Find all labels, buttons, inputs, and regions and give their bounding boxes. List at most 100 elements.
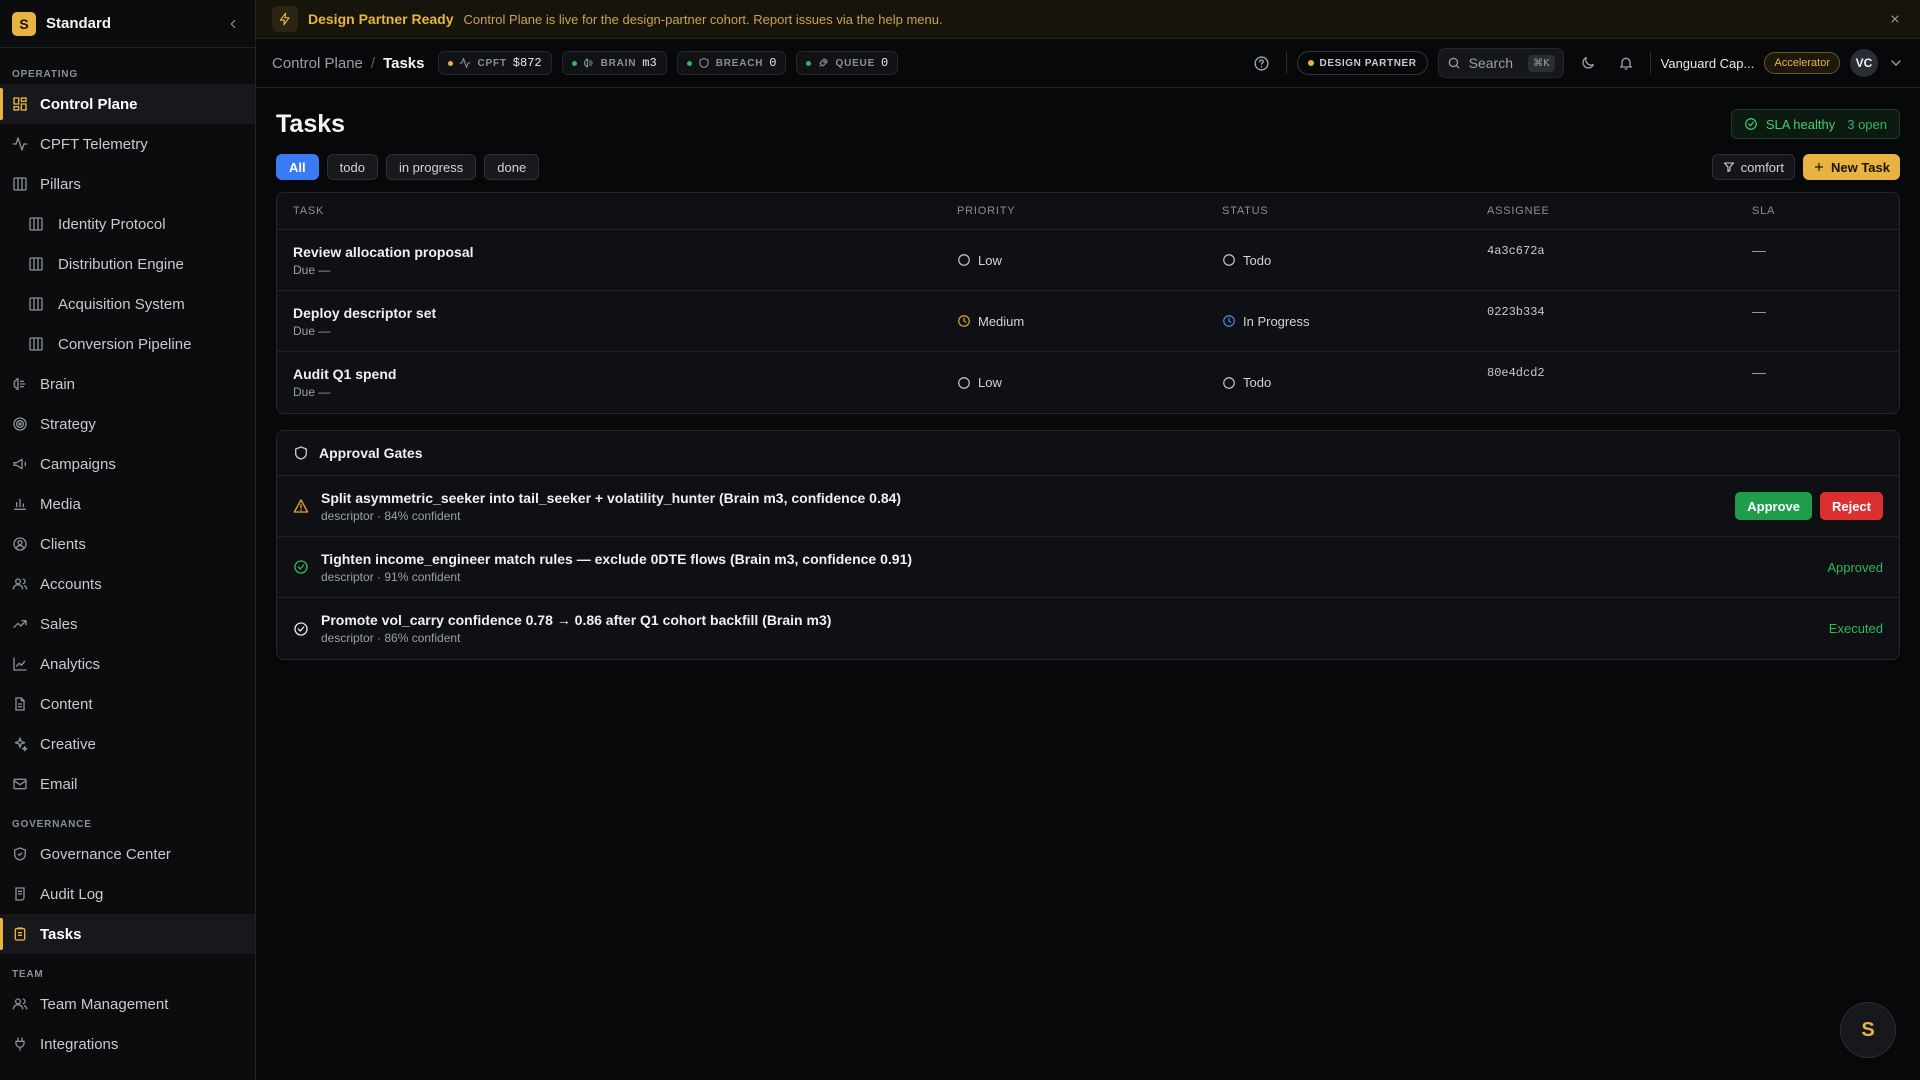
section-label-team: TEAM xyxy=(12,969,44,980)
brand-header: S Standard xyxy=(0,0,255,48)
sidebar-item-brain[interactable]: Brain xyxy=(0,364,255,404)
sidebar-item-label: Brain xyxy=(40,375,76,393)
search-icon xyxy=(1448,57,1459,69)
sidebar-item-integrations[interactable]: Integrations xyxy=(0,1024,255,1064)
brand-logo: S xyxy=(12,11,36,36)
sidebar-item-accounts[interactable]: Accounts xyxy=(0,564,255,604)
filter-in-progress[interactable]: in progress xyxy=(385,154,477,180)
column-header-task[interactable]: TASK xyxy=(293,205,957,217)
status-cell: Todo xyxy=(1222,253,1487,268)
metric-queue[interactable]: QUEUE 0 xyxy=(796,51,899,75)
priority-cell: Medium xyxy=(957,314,1222,329)
task-cell: Audit Q1 spend Due — xyxy=(293,366,957,399)
priority-value: Low xyxy=(978,375,1002,390)
collapse-sidebar-button[interactable] xyxy=(223,14,243,34)
theme-toggle-button[interactable] xyxy=(1574,49,1602,77)
sidebar-item-team-management[interactable]: Team Management xyxy=(0,984,255,1024)
assignee-cell: 80e4dcd2 xyxy=(1487,366,1545,380)
sidebar-item-control-plane[interactable]: Control Plane xyxy=(0,84,255,124)
sidebar-item-label: CPFT Telemetry xyxy=(40,135,148,153)
metric-label: QUEUE xyxy=(835,57,876,69)
plus-icon xyxy=(1814,162,1824,172)
new-task-button[interactable]: New Task xyxy=(1802,154,1900,180)
sidebar: S Standard OPERATING Control Plane CPFT … xyxy=(0,0,256,1080)
table-row[interactable]: Audit Q1 spend Due — Low Todo 80e4dcd2 — xyxy=(277,352,1899,413)
sidebar-item-label: Distribution Engine xyxy=(58,255,184,273)
reject-button[interactable]: Reject xyxy=(1819,492,1883,520)
density-button[interactable]: comfort xyxy=(1711,154,1795,180)
line-chart-icon xyxy=(13,657,27,671)
sidebar-item-strategy[interactable]: Strategy xyxy=(0,404,255,444)
avatar[interactable]: VC xyxy=(1850,49,1878,77)
gate-title: Tighten income_engineer match rules — ex… xyxy=(321,550,913,567)
page-content: Tasks SLA healthy 3 open All todo in pro… xyxy=(256,88,1920,1080)
sidebar-item-conversion-pipeline[interactable]: Conversion Pipeline xyxy=(0,324,255,364)
breadcrumb-control-plane[interactable]: Control Plane xyxy=(272,55,363,72)
filter-done[interactable]: done xyxy=(484,154,540,180)
filter-all[interactable]: All xyxy=(276,154,319,180)
metric-brain[interactable]: BRAIN m3 xyxy=(561,51,667,75)
section-label-operating: OPERATING xyxy=(12,69,78,80)
sidebar-item-media[interactable]: Media xyxy=(0,484,255,524)
column-header-assignee[interactable]: ASSIGNEE xyxy=(1487,205,1752,217)
chevron-down-icon[interactable] xyxy=(1888,55,1904,71)
circle-icon xyxy=(1223,254,1235,266)
sidebar-item-acquisition-system[interactable]: Acquisition System xyxy=(0,284,255,324)
column-header-sla[interactable]: SLA xyxy=(1752,205,1883,217)
metric-value: $872 xyxy=(512,56,542,70)
sidebar-item-label: Governance Center xyxy=(40,845,171,863)
search-input[interactable]: Search ⌘K xyxy=(1437,48,1564,78)
sidebar-item-creative[interactable]: Creative xyxy=(0,724,255,764)
task-due: Due — xyxy=(293,262,331,277)
file-text-icon xyxy=(15,697,25,711)
task-due: Due — xyxy=(293,385,331,399)
approval-gates-header: Approval Gates xyxy=(277,431,1899,476)
sla-label: SLA healthy xyxy=(1765,116,1836,132)
title-row: Tasks SLA healthy 3 open xyxy=(276,108,1900,140)
filter-todo[interactable]: todo xyxy=(326,154,378,180)
sidebar-item-email[interactable]: Email xyxy=(0,764,255,804)
sidebar-item-content[interactable]: Content xyxy=(0,684,255,724)
table-row[interactable]: Deploy descriptor set Due — Medium In Pr… xyxy=(277,291,1899,352)
assistant-fab-button[interactable]: S xyxy=(1840,1002,1896,1058)
chevron-left-icon xyxy=(230,19,236,28)
sidebar-item-pillars[interactable]: Pillars xyxy=(0,164,255,204)
sidebar-item-clients[interactable]: Clients xyxy=(0,524,255,564)
columns-icon xyxy=(29,217,43,231)
design-partner-label: DESIGN PARTNER xyxy=(1319,57,1417,69)
sidebar-item-audit-log[interactable]: Audit Log xyxy=(0,874,255,914)
metric-value: 0 xyxy=(881,56,889,70)
metric-cpft[interactable]: CPFT $872 xyxy=(438,51,552,75)
warning-icon xyxy=(293,499,309,513)
approval-gate-item: Tighten income_engineer match rules — ex… xyxy=(277,537,1899,598)
sidebar-item-identity-protocol[interactable]: Identity Protocol xyxy=(0,204,255,244)
check-circle-icon xyxy=(294,621,308,636)
gate-status-approved: Approved xyxy=(1827,559,1883,575)
sidebar-item-cpft-telemetry[interactable]: CPFT Telemetry xyxy=(0,124,255,164)
sidebar-item-sales[interactable]: Sales xyxy=(0,604,255,644)
sidebar-item-analytics[interactable]: Analytics xyxy=(0,644,255,684)
table-row[interactable]: Review allocation proposal Due — Low Tod… xyxy=(277,230,1899,291)
sidebar-item-distribution-engine[interactable]: Distribution Engine xyxy=(0,244,255,284)
grid-icon xyxy=(13,97,27,111)
metric-breach[interactable]: BREACH 0 xyxy=(676,51,787,75)
close-banner-button[interactable] xyxy=(1886,10,1904,28)
column-header-priority[interactable]: PRIORITY xyxy=(957,205,1222,217)
tasks-table: TASK PRIORITY STATUS ASSIGNEE SLA Review… xyxy=(276,192,1900,414)
column-header-status[interactable]: STATUS xyxy=(1222,205,1487,217)
sidebar-item-governance-center[interactable]: Governance Center xyxy=(0,834,255,874)
sparkles-icon xyxy=(14,737,28,752)
sidebar-item-tasks[interactable]: Tasks xyxy=(0,914,255,954)
brand-name: Standard xyxy=(46,15,112,32)
help-button[interactable] xyxy=(1248,49,1276,77)
sidebar-item-campaigns[interactable]: Campaigns xyxy=(0,444,255,484)
sla-status-badge: SLA healthy 3 open xyxy=(1730,109,1900,139)
banner-text: Control Plane is live for the design-par… xyxy=(463,11,943,27)
circle-icon xyxy=(958,254,970,266)
announcement-banner: Design Partner Ready Control Plane is li… xyxy=(256,0,1920,39)
sidebar-item-label: Strategy xyxy=(40,415,96,433)
columns-icon xyxy=(29,337,43,351)
notifications-button[interactable] xyxy=(1612,49,1640,77)
approve-button[interactable]: Approve xyxy=(1735,492,1812,520)
org-name[interactable]: Vanguard Cap... xyxy=(1661,56,1755,71)
